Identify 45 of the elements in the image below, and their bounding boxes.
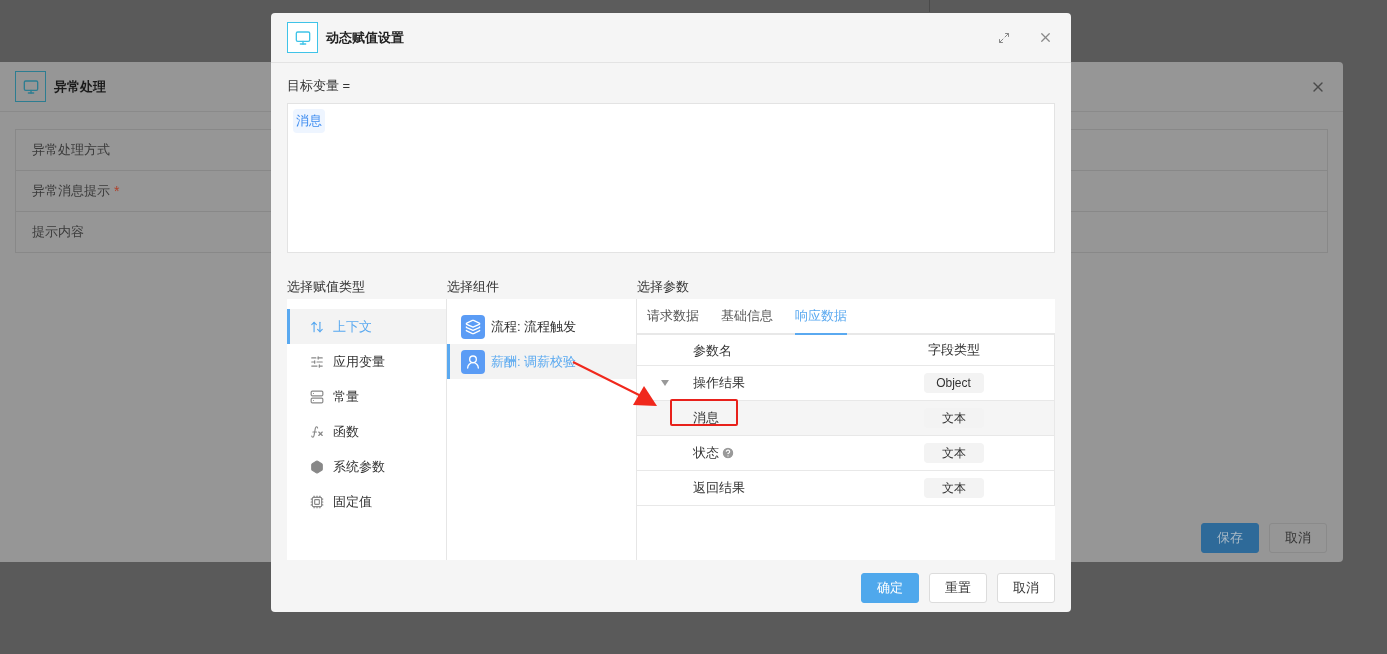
section-title: 选择组件 (447, 278, 499, 296)
tab[interactable]: 请求数据 (647, 299, 699, 335)
param-name: 状态 (693, 444, 719, 463)
hexagon-icon (310, 459, 324, 474)
required-mark: * (114, 181, 120, 201)
field-label: 提示内容 (32, 223, 84, 242)
type-item[interactable]: 常量 (287, 379, 446, 414)
section-title: 选择赋值类型 (287, 278, 365, 296)
monitor-icon (287, 22, 318, 53)
param-name: 消息 (693, 409, 719, 428)
function-icon (310, 424, 324, 439)
chip-icon (310, 494, 324, 509)
secondary-button[interactable]: 取消 (1269, 523, 1327, 553)
user-icon (461, 349, 485, 374)
component-item[interactable]: 流程: 流程触发 (447, 309, 636, 344)
monitor-icon (15, 71, 46, 102)
tab[interactable]: 基础信息 (721, 299, 773, 335)
column-header: 参数名 (693, 343, 732, 358)
layers-icon (461, 314, 485, 339)
section-title: 选择参数 (637, 278, 689, 296)
close-icon[interactable] (1038, 30, 1053, 45)
dialog-title: 异常处理 (54, 77, 106, 96)
param-name: 操作结果 (693, 374, 745, 393)
secondary-button[interactable]: 重置 (929, 573, 987, 603)
field-label: 目标变量 = (287, 77, 351, 95)
highlight-box (670, 399, 738, 426)
type-tag: 文本 (923, 478, 984, 498)
type-item[interactable]: 系统参数 (287, 449, 446, 484)
type-item[interactable]: 应用变量 (287, 344, 446, 379)
dialog-title: 动态赋值设置 (326, 28, 404, 47)
type-tag: 文本 (923, 443, 984, 463)
field-label: 异常消息提示 (32, 182, 110, 201)
column-header: 字段类型 (927, 341, 980, 360)
table-row[interactable]: 消息 文本 (637, 401, 1054, 436)
vertical-arrows-icon (310, 319, 324, 334)
sliders-icon (310, 354, 324, 369)
caret-icon[interactable] (661, 380, 669, 386)
expand-icon[interactable] (998, 31, 1010, 44)
server-icon (310, 389, 324, 404)
secondary-button[interactable]: 取消 (997, 573, 1055, 603)
type-item[interactable]: 固定值 (287, 484, 446, 519)
param-name: 返回结果 (693, 479, 745, 498)
field-label: 异常处理方式 (32, 141, 110, 160)
type-tag: Object (923, 373, 984, 393)
type-item[interactable]: 函数 (287, 414, 446, 449)
